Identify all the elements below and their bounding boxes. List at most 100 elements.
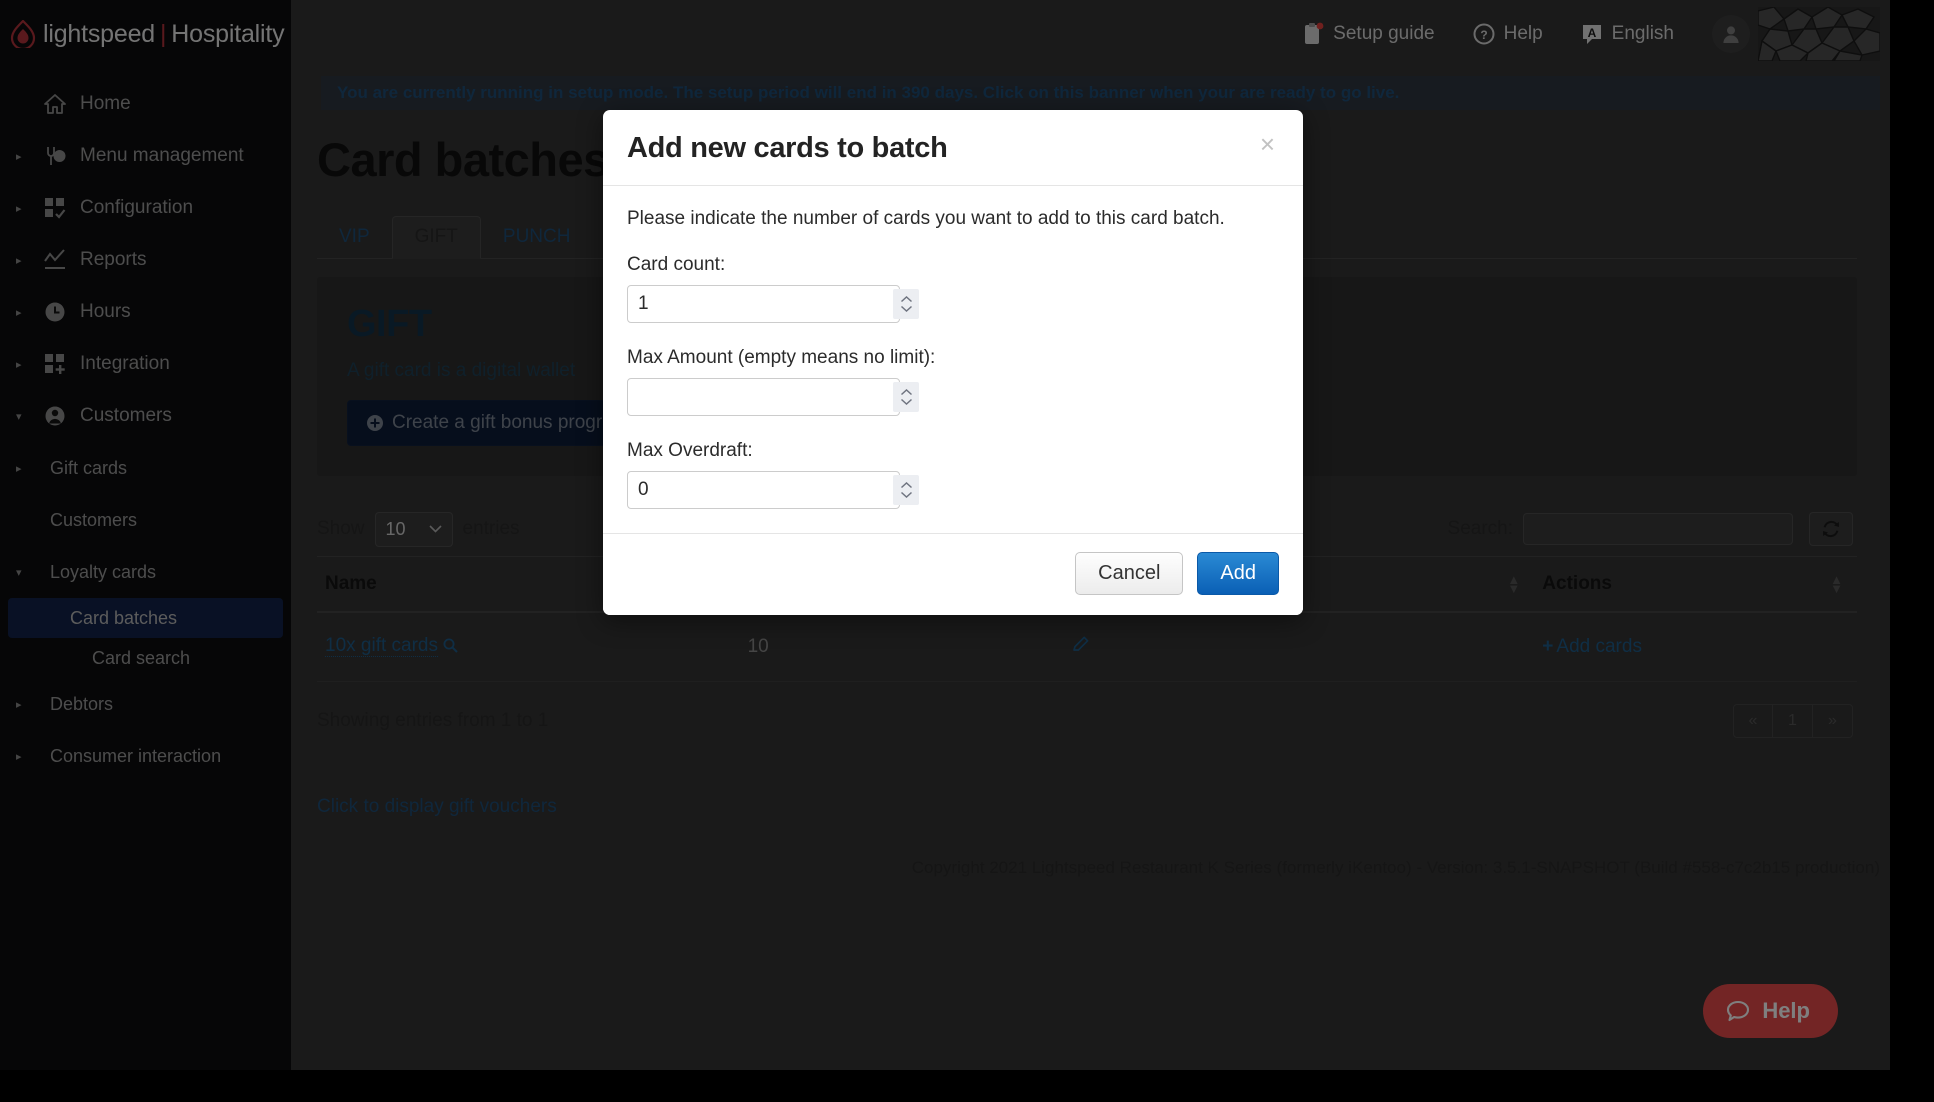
sidebar-item-label: Debtors bbox=[50, 693, 114, 714]
refresh-button[interactable] bbox=[1809, 512, 1853, 546]
table-footer: Showing entries from 1 to 1 «1» bbox=[317, 704, 1890, 738]
sidebar-item-reports[interactable]: ▸ Reports bbox=[0, 234, 291, 286]
number-spinner[interactable] bbox=[893, 382, 919, 412]
language-selector[interactable]: A English bbox=[1581, 23, 1674, 45]
sidebar-item-label: Integration bbox=[80, 353, 170, 374]
chevron-right-icon[interactable]: ▸ bbox=[16, 462, 38, 475]
sidebar-item-card-batches[interactable]: Card batches bbox=[8, 598, 283, 638]
table-body: 10x gift cards 10 + Add cards bbox=[317, 612, 1857, 682]
sidebar-item-loyalty-cards[interactable]: ▾ Loyalty cards bbox=[0, 546, 291, 598]
plus-icon: + bbox=[1542, 636, 1554, 657]
number-input-1[interactable] bbox=[628, 379, 893, 415]
page-size-select[interactable]: 10 bbox=[374, 511, 453, 547]
setup-guide-button[interactable]: Setup guide bbox=[1303, 22, 1435, 46]
magnifier-icon[interactable] bbox=[443, 637, 458, 659]
chevron-right-icon[interactable]: ▸ bbox=[16, 698, 38, 711]
field-label-1: Max Amount (empty means no limit): bbox=[627, 347, 936, 368]
brand-word-primary: lightspeed bbox=[43, 19, 155, 48]
chevron-down-icon[interactable]: ▾ bbox=[16, 410, 38, 423]
setup-mode-banner[interactable]: You are currently running in setup mode.… bbox=[321, 76, 1880, 110]
pagination-page-1[interactable]: 1 bbox=[1773, 704, 1813, 738]
modal-body: Please indicate the number of cards you … bbox=[603, 186, 1303, 533]
page-size-value: 10 bbox=[385, 518, 406, 539]
sidebar-item-card-search[interactable]: Card search bbox=[0, 638, 291, 678]
tab-vip[interactable]: VIP bbox=[317, 217, 392, 258]
sidebar-item-menu-management[interactable]: ▸ Menu management bbox=[0, 130, 291, 182]
brand-word-secondary: Hospitality bbox=[171, 19, 285, 48]
account-mosaic-graphic bbox=[1758, 7, 1880, 61]
close-icon[interactable]: × bbox=[1256, 131, 1279, 157]
topbar: Setup guide ? Help A English bbox=[291, 0, 1890, 68]
number-spinner[interactable] bbox=[893, 475, 919, 505]
chevron-right-icon[interactable]: ▸ bbox=[16, 750, 38, 763]
screen-root: lightspeed | Hospitality Home ▸ Menu managem… bbox=[0, 0, 1934, 1102]
sidebar-nav: Home ▸ Menu management ▸ Configuration ▸ Repor… bbox=[0, 68, 291, 782]
brand-text: lightspeed | Hospitality bbox=[43, 19, 285, 49]
sort-arrows-icon[interactable]: ▲▼ bbox=[1830, 573, 1843, 595]
clock-icon bbox=[38, 301, 72, 323]
show-entries-control: Show 10 entries bbox=[317, 511, 520, 547]
number-spinner[interactable] bbox=[893, 289, 919, 319]
home-icon bbox=[38, 93, 72, 115]
sidebar: lightspeed | Hospitality Home ▸ Menu managem… bbox=[0, 0, 291, 1070]
sidebar-item-label: Loyalty cards bbox=[50, 561, 157, 582]
sidebar-item-home[interactable]: Home bbox=[0, 78, 291, 130]
sidebar-item-gift-cards[interactable]: ▸ Gift cards bbox=[0, 442, 291, 494]
display-gift-vouchers-link[interactable]: Click to display gift vouchers bbox=[317, 796, 1890, 818]
modal-header: Add new cards to batch × bbox=[603, 110, 1303, 186]
sidebar-item-customers[interactable]: ▾ Customers bbox=[0, 390, 291, 442]
tab-punch[interactable]: PUNCH bbox=[481, 217, 593, 258]
modal-footer: Cancel Add bbox=[603, 533, 1303, 615]
number-input-2[interactable] bbox=[628, 472, 893, 508]
pagination-prev[interactable]: « bbox=[1733, 704, 1773, 738]
modal-fields: Card count: Max Amount (empty means no li… bbox=[627, 254, 1279, 509]
sidebar-item-label: Menu management bbox=[80, 145, 244, 166]
edit-pencil-icon[interactable] bbox=[1072, 636, 1090, 658]
brand-logo[interactable]: lightspeed | Hospitality bbox=[0, 0, 291, 68]
add-button[interactable]: Add bbox=[1197, 552, 1279, 595]
translate-icon: A bbox=[1581, 23, 1603, 45]
reports-icon bbox=[38, 249, 72, 271]
sidebar-item-customers[interactable]: Customers bbox=[0, 494, 291, 546]
clipboard-icon bbox=[1303, 22, 1324, 46]
help-button[interactable]: ? Help bbox=[1473, 23, 1543, 45]
sidebar-item-debtors[interactable]: ▸ Debtors bbox=[0, 678, 291, 730]
add-cards-label: Add cards bbox=[1556, 636, 1642, 657]
help-label: Help bbox=[1503, 23, 1543, 44]
help-widget-button[interactable]: Help bbox=[1703, 984, 1838, 1038]
field-label-0: Card count: bbox=[627, 254, 726, 275]
sidebar-item-label: Configuration bbox=[80, 197, 194, 218]
sidebar-item-label: Customers bbox=[50, 509, 138, 530]
add-cards-link[interactable]: + Add cards bbox=[1542, 636, 1642, 658]
brand-separator: | bbox=[159, 19, 167, 48]
sidebar-item-label: Card search bbox=[92, 647, 191, 668]
sidebar-item-configuration[interactable]: ▸ Configuration bbox=[0, 182, 291, 234]
chevron-right-icon[interactable]: ▸ bbox=[16, 202, 38, 215]
sidebar-item-label: Customers bbox=[80, 405, 172, 426]
sort-arrows-icon[interactable]: ▲▼ bbox=[1507, 573, 1520, 595]
tab-gift[interactable]: GIFT bbox=[391, 216, 481, 259]
column-header-actions[interactable]: Actions ▲ ▼ bbox=[1534, 556, 1857, 613]
lightspeed-flame-icon bbox=[10, 20, 36, 48]
chevron-right-icon[interactable]: ▸ bbox=[16, 150, 38, 163]
chevron-right-icon[interactable]: ▸ bbox=[16, 254, 38, 267]
chevron-right-icon[interactable]: ▸ bbox=[16, 306, 38, 319]
pagination-next[interactable]: » bbox=[1813, 704, 1853, 738]
field-label-2: Max Overdraft: bbox=[627, 440, 753, 461]
sidebar-item-consumer-interaction[interactable]: ▸ Consumer interaction bbox=[0, 730, 291, 782]
chevron-down-icon[interactable]: ▾ bbox=[16, 566, 38, 579]
number-input-0[interactable] bbox=[628, 286, 893, 322]
svg-text:A: A bbox=[1587, 26, 1596, 40]
sidebar-item-hours[interactable]: ▸ Hours bbox=[0, 286, 291, 338]
search-input[interactable] bbox=[1523, 513, 1793, 545]
sidebar-item-integration[interactable]: ▸ Integration bbox=[0, 338, 291, 390]
user-circle-icon bbox=[38, 405, 72, 427]
add-cards-modal: Add new cards to batch × Please indicate… bbox=[603, 110, 1303, 615]
cell-actions: + Add cards bbox=[1534, 612, 1857, 682]
speech-bubble-icon bbox=[1725, 998, 1751, 1024]
cancel-button[interactable]: Cancel bbox=[1075, 552, 1184, 595]
avatar[interactable] bbox=[1712, 15, 1750, 53]
chevron-right-icon[interactable]: ▸ bbox=[16, 358, 38, 371]
batch-name-link[interactable]: 10x gift cards bbox=[325, 635, 438, 657]
question-circle-icon: ? bbox=[1473, 23, 1495, 45]
